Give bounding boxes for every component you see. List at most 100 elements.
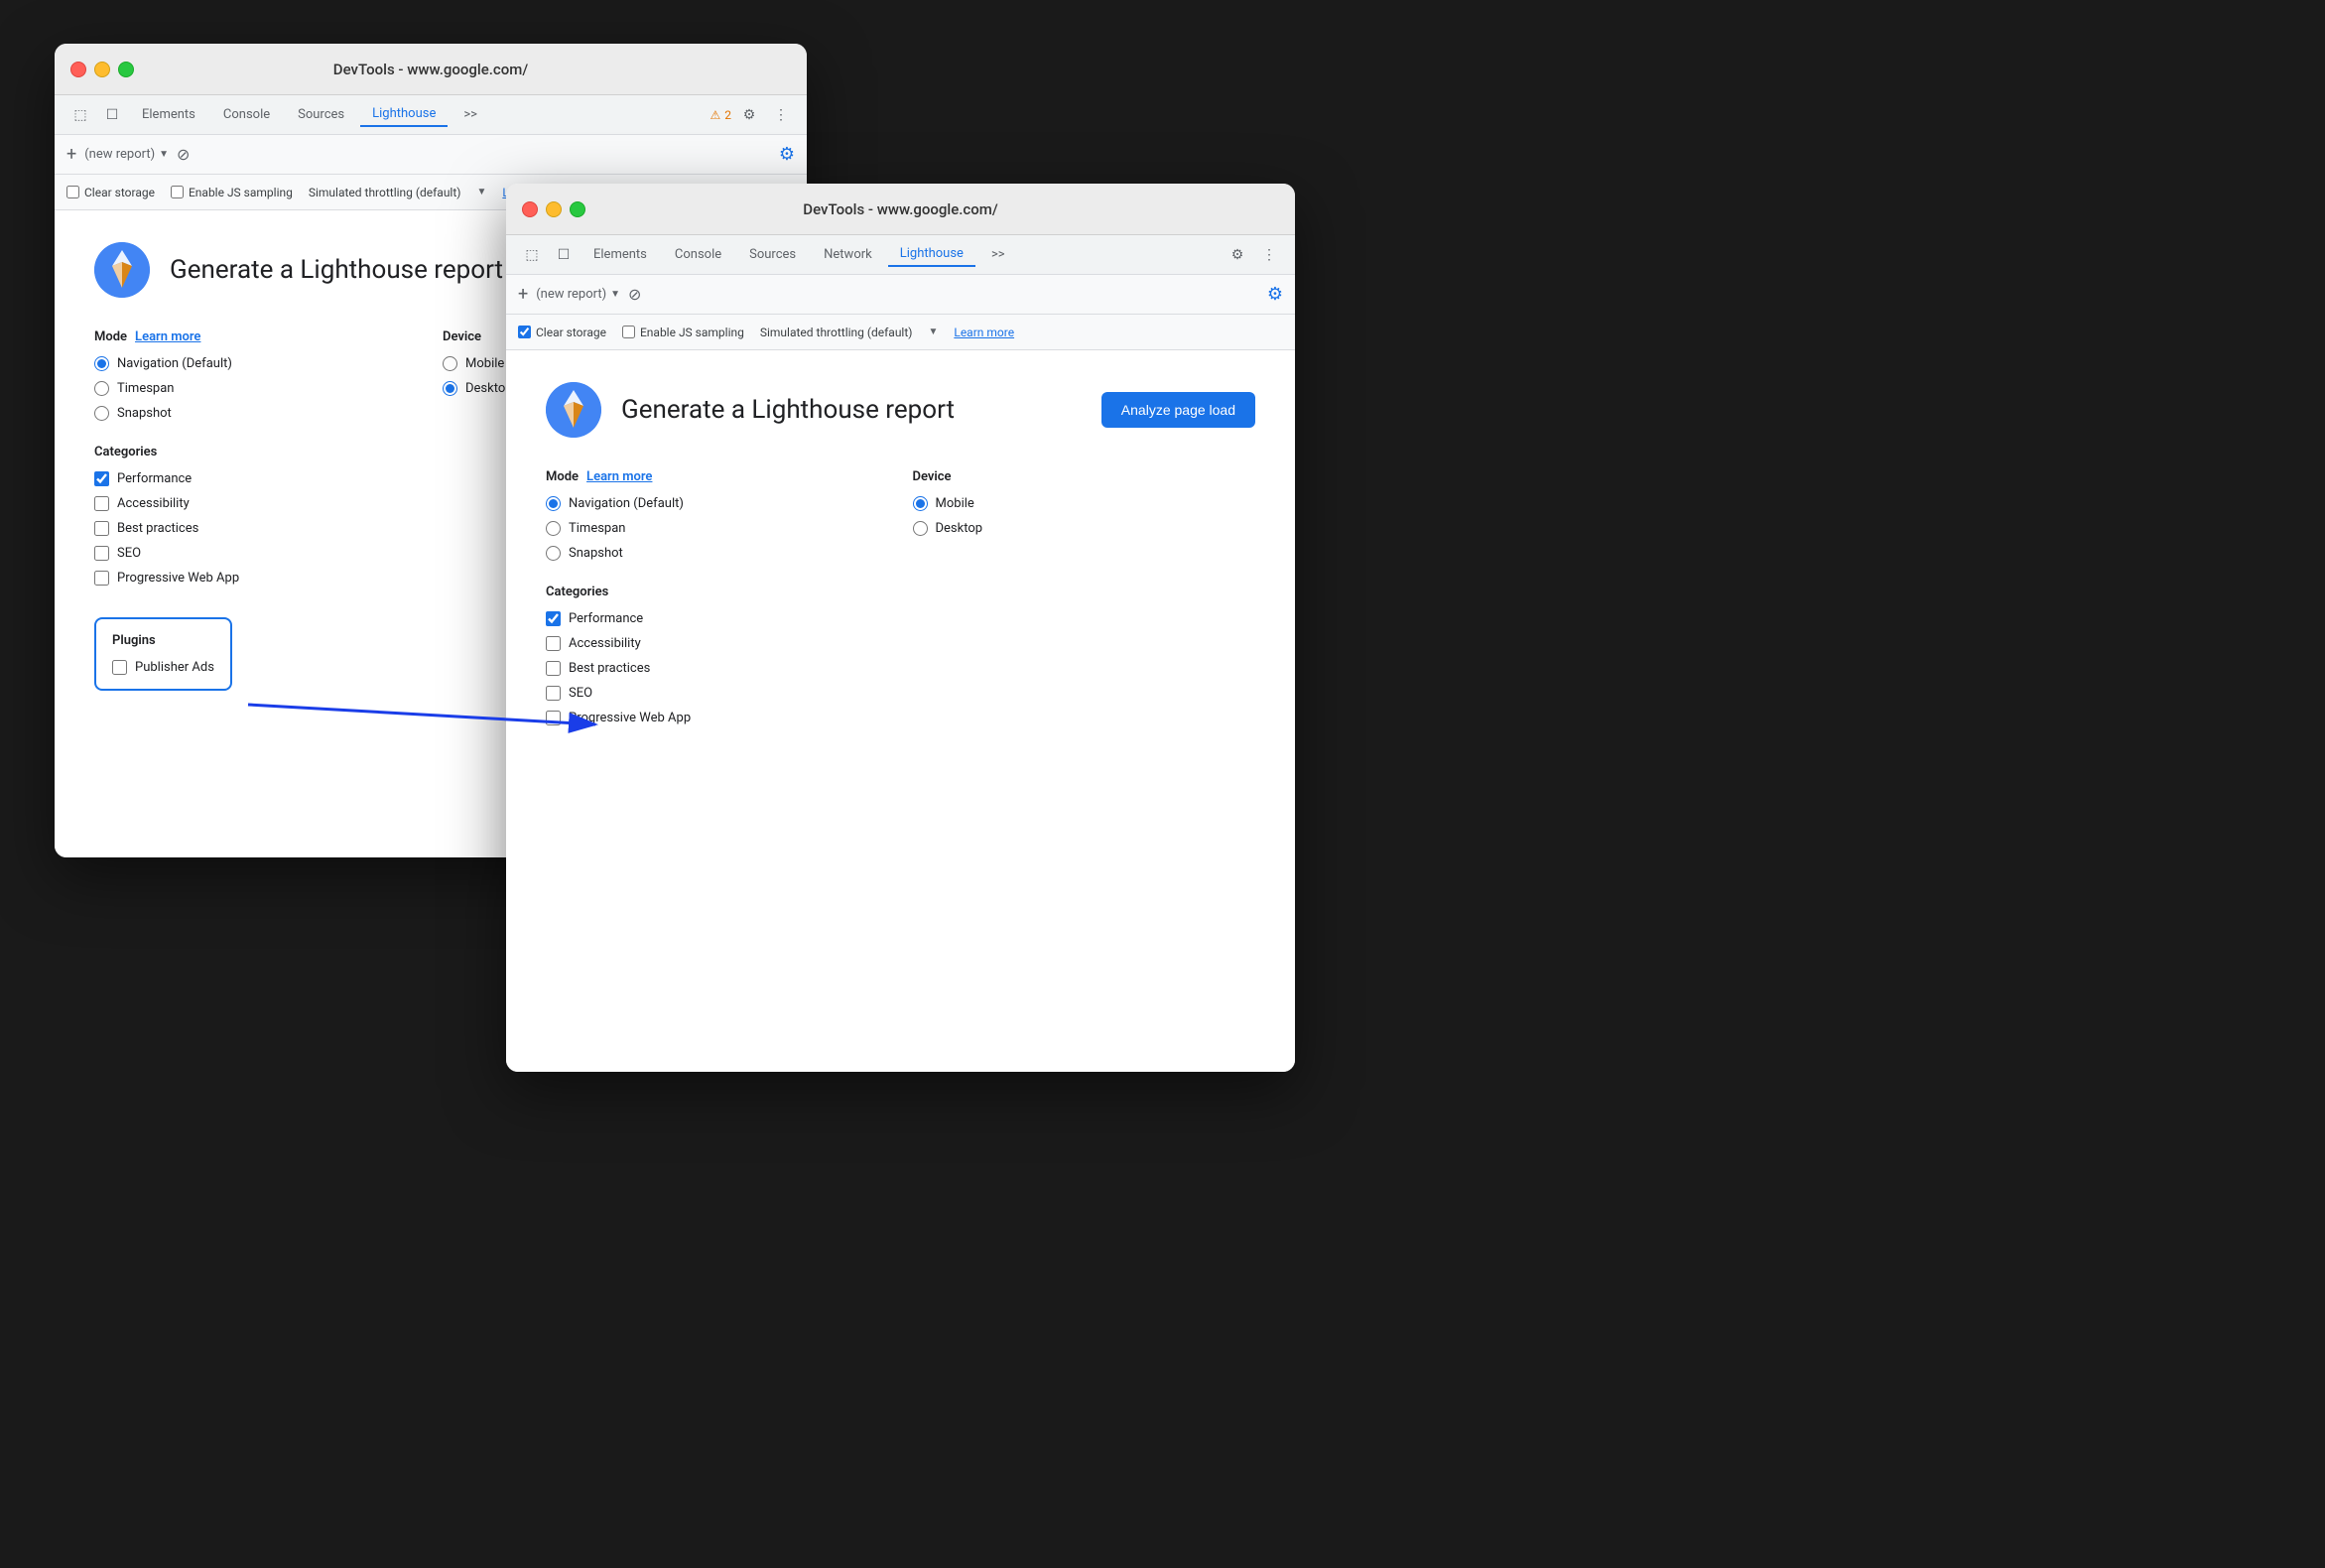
mode-heading-1: Mode Learn more bbox=[94, 329, 419, 344]
mode-snapshot-2[interactable]: Snapshot bbox=[546, 546, 889, 561]
clear-storage-checkbox-1[interactable]: Clear storage bbox=[66, 186, 155, 199]
maximize-button-1[interactable] bbox=[118, 62, 134, 77]
mode-heading-2: Mode Learn more bbox=[546, 469, 889, 484]
report-select-2[interactable]: (new report) ▼ bbox=[536, 287, 620, 302]
analyze-page-load-button[interactable]: Analyze page load bbox=[1101, 392, 1255, 428]
mode-section-1: Mode Learn more Navigation (Default) Tim… bbox=[94, 329, 419, 421]
devtools-window-2: DevTools - www.google.com/ ⬚ ☐ Elements … bbox=[506, 184, 1295, 1072]
lh-settings-icon-2[interactable]: ⚙ bbox=[1267, 284, 1283, 305]
throttling-label-2: Simulated throttling (default) bbox=[760, 326, 913, 339]
report-select-1[interactable]: (new report) ▼ bbox=[84, 147, 169, 162]
mode-learn-more-2[interactable]: Learn more bbox=[586, 469, 652, 484]
clear-storage-input-1[interactable] bbox=[66, 186, 79, 198]
kebab-icon-2[interactable]: ⋮ bbox=[1255, 241, 1283, 269]
device-heading-2: Device bbox=[913, 469, 1256, 484]
settings-icon-1[interactable]: ⚙ bbox=[735, 101, 763, 129]
cursor-icon-2[interactable]: ⬚ bbox=[518, 241, 546, 269]
throttling-chevron-1[interactable]: ▼ bbox=[476, 187, 486, 197]
lh-toolbar-2: + (new report) ▼ ⊘ ⚙ bbox=[506, 275, 1295, 315]
tab-sources-2[interactable]: Sources bbox=[737, 243, 808, 266]
report-label-2: (new report) bbox=[536, 287, 606, 302]
lh-settings-icon-1[interactable]: ⚙ bbox=[779, 144, 795, 165]
device-radio-group-2: Mobile Desktop bbox=[913, 496, 1256, 536]
devtools-tabs-2: ⬚ ☐ Elements Console Sources Network Lig… bbox=[506, 235, 1295, 275]
categories-section-2: Categories Performance Accessibility Bes… bbox=[546, 585, 1255, 725]
mode-navigation-2[interactable]: Navigation (Default) bbox=[546, 496, 889, 511]
clear-report-button-1[interactable]: ⊘ bbox=[177, 145, 190, 164]
clear-storage-label-1: Clear storage bbox=[84, 186, 155, 199]
report-chevron-1: ▼ bbox=[159, 149, 169, 160]
lh-main-2: Generate a Lighthouse report Analyze pag… bbox=[506, 350, 1295, 1072]
enable-js-input-1[interactable] bbox=[171, 186, 184, 198]
plugins-group-1: Publisher Ads bbox=[112, 660, 214, 675]
mode-snapshot-1[interactable]: Snapshot bbox=[94, 406, 419, 421]
maximize-button-2[interactable] bbox=[570, 201, 585, 217]
cat-performance-2[interactable]: Performance bbox=[546, 611, 1255, 626]
mode-radio-group-2: Navigation (Default) Timespan Snapshot bbox=[546, 496, 889, 561]
mode-learn-more-1[interactable]: Learn more bbox=[135, 329, 200, 344]
lh-page-title-2: Generate a Lighthouse report bbox=[621, 395, 955, 425]
lh-toolbar-1: + (new report) ▼ ⊘ ⚙ bbox=[55, 135, 807, 175]
tab-console-2[interactable]: Console bbox=[663, 243, 733, 266]
device-section-2: Device Mobile Desktop bbox=[913, 469, 1256, 561]
device-desktop-2[interactable]: Desktop bbox=[913, 521, 1256, 536]
warning-icon-1: ⚠ bbox=[710, 108, 720, 122]
cat-pwa-2[interactable]: Progressive Web App bbox=[546, 711, 1255, 725]
lighthouse-logo-2 bbox=[546, 382, 601, 438]
tab-sources-1[interactable]: Sources bbox=[286, 103, 356, 126]
plugin-publisher-ads-1[interactable]: Publisher Ads bbox=[112, 660, 214, 675]
clear-storage-input-2[interactable] bbox=[518, 326, 531, 338]
add-report-button-1[interactable]: + bbox=[66, 144, 76, 165]
learn-more-link-options-2[interactable]: Learn more bbox=[954, 326, 1014, 339]
tab-lighthouse-2[interactable]: Lighthouse bbox=[888, 242, 975, 267]
cat-seo-2[interactable]: SEO bbox=[546, 686, 1255, 701]
add-report-button-2[interactable]: + bbox=[518, 284, 528, 305]
settings-icon-2[interactable]: ⚙ bbox=[1224, 241, 1251, 269]
clear-storage-label-2: Clear storage bbox=[536, 326, 606, 339]
lighthouse-logo-1 bbox=[94, 242, 150, 298]
plugins-heading-1: Plugins bbox=[112, 633, 214, 648]
minimize-button-2[interactable] bbox=[546, 201, 562, 217]
tab-more-2[interactable]: >> bbox=[979, 243, 1017, 266]
tab-lighthouse-1[interactable]: Lighthouse bbox=[360, 102, 448, 127]
cat-best-practices-2[interactable]: Best practices bbox=[546, 661, 1255, 676]
titlebar-2: DevTools - www.google.com/ bbox=[506, 184, 1295, 235]
categories-group-2: Performance Accessibility Best practices… bbox=[546, 611, 1255, 725]
inspector-icon-2[interactable]: ☐ bbox=[550, 241, 578, 269]
device-mobile-2[interactable]: Mobile bbox=[913, 496, 1256, 511]
inspector-icon[interactable]: ☐ bbox=[98, 101, 126, 129]
window-title-1: DevTools - www.google.com/ bbox=[333, 61, 528, 78]
report-chevron-2: ▼ bbox=[610, 289, 620, 300]
tab-elements-2[interactable]: Elements bbox=[581, 243, 659, 266]
mode-timespan-1[interactable]: Timespan bbox=[94, 381, 419, 396]
window-title-2: DevTools - www.google.com/ bbox=[803, 200, 997, 218]
plugins-box-1: Plugins Publisher Ads bbox=[94, 617, 232, 691]
traffic-lights-1 bbox=[70, 62, 134, 77]
options-bar-2: Clear storage Enable JS sampling Simulat… bbox=[506, 315, 1295, 350]
mode-navigation-1[interactable]: Navigation (Default) bbox=[94, 356, 419, 371]
clear-report-button-2[interactable]: ⊘ bbox=[628, 285, 641, 304]
close-button-1[interactable] bbox=[70, 62, 86, 77]
enable-js-label-1: Enable JS sampling bbox=[189, 186, 293, 199]
tab-network-2[interactable]: Network bbox=[812, 243, 884, 266]
kebab-icon-1[interactable]: ⋮ bbox=[767, 101, 795, 129]
mode-timespan-2[interactable]: Timespan bbox=[546, 521, 889, 536]
titlebar-1: DevTools - www.google.com/ bbox=[55, 44, 807, 95]
throttling-chevron-2[interactable]: ▼ bbox=[928, 327, 938, 337]
tab-elements-1[interactable]: Elements bbox=[130, 103, 207, 126]
categories-heading-2: Categories bbox=[546, 585, 1255, 599]
enable-js-label-2: Enable JS sampling bbox=[640, 326, 744, 339]
clear-storage-checkbox-2[interactable]: Clear storage bbox=[518, 326, 606, 339]
close-button-2[interactable] bbox=[522, 201, 538, 217]
lh-header-2: Generate a Lighthouse report Analyze pag… bbox=[546, 382, 1255, 438]
warning-count-1: 2 bbox=[724, 108, 731, 122]
tab-more-1[interactable]: >> bbox=[452, 103, 489, 126]
cat-accessibility-2[interactable]: Accessibility bbox=[546, 636, 1255, 651]
minimize-button-1[interactable] bbox=[94, 62, 110, 77]
tab-console-1[interactable]: Console bbox=[211, 103, 282, 126]
enable-js-checkbox-2[interactable]: Enable JS sampling bbox=[622, 326, 744, 339]
enable-js-checkbox-1[interactable]: Enable JS sampling bbox=[171, 186, 293, 199]
lh-page-title-1: Generate a Lighthouse report bbox=[170, 255, 503, 285]
enable-js-input-2[interactable] bbox=[622, 326, 635, 338]
cursor-icon[interactable]: ⬚ bbox=[66, 101, 94, 129]
